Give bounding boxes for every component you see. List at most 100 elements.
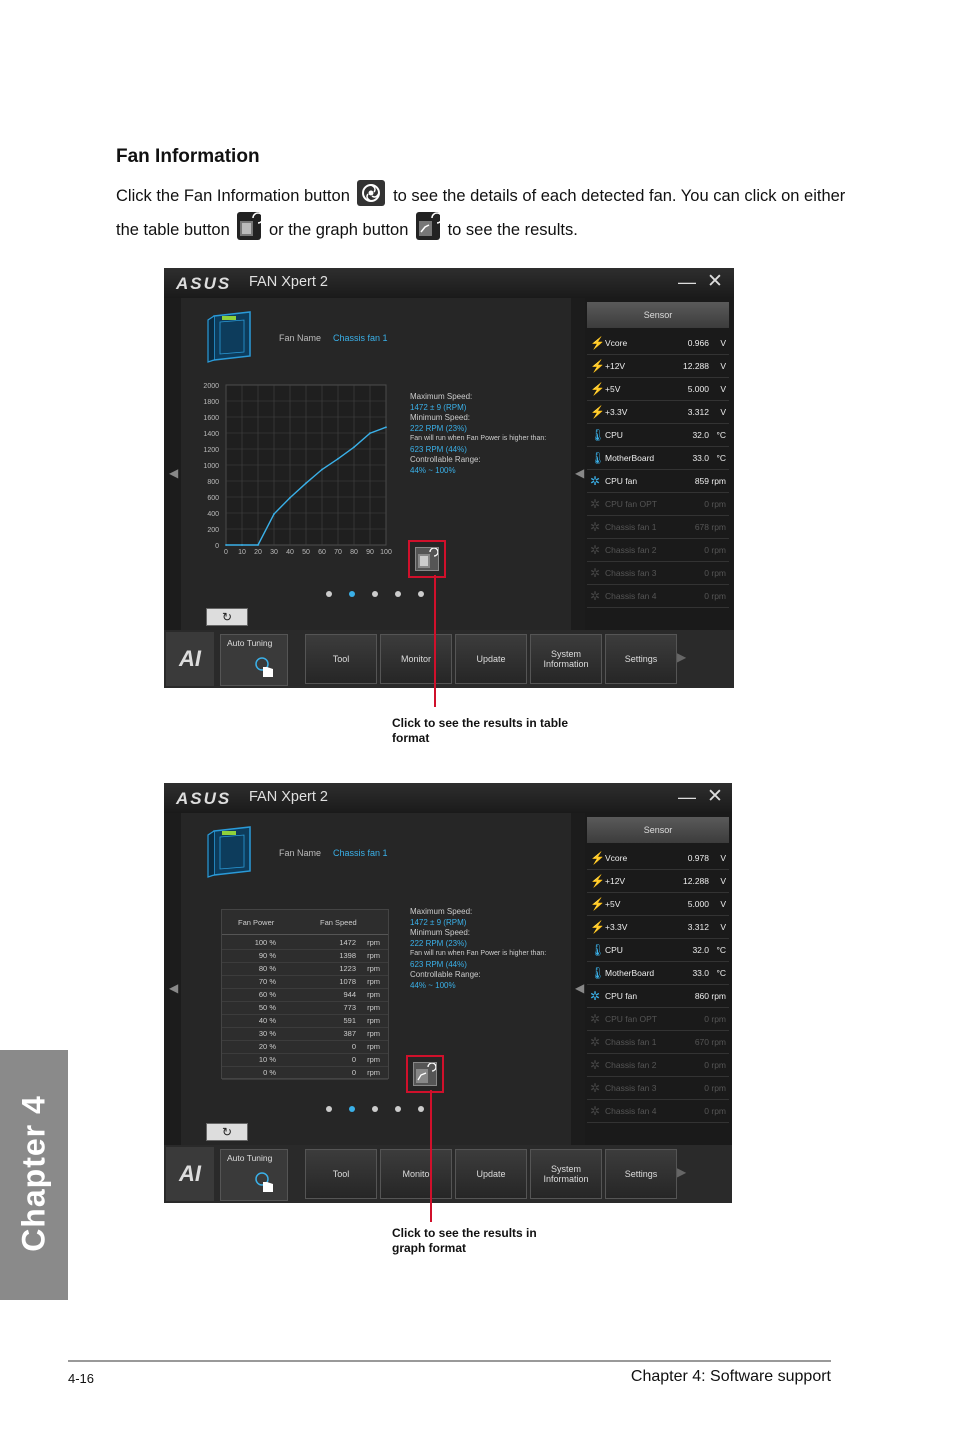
sensor-value: 32.0 [692,430,709,440]
page-dot[interactable] [372,591,378,597]
chart-x-tick-label: 40 [286,549,294,556]
auto-tuning-button[interactable]: Auto Tuning [220,1149,288,1201]
nav-next-icon[interactable]: ▶ [677,1165,686,1179]
nav-system-information[interactable]: System Information [530,634,602,684]
sensor-unit: V [720,407,726,417]
fan-speed-cell: 773 [343,1003,356,1012]
page-dot[interactable] [395,591,401,597]
sensor-name: Vcore [605,853,628,863]
nav-monitor[interactable]: Monito [380,1149,452,1199]
sensor-row[interactable]: ✲ Chassis fan 4 0 rpm [587,1100,729,1123]
nav-monitor[interactable]: Monitor [380,634,452,684]
minimize-button[interactable]: — [678,272,696,293]
chart-data-point [241,544,243,546]
back-button[interactable]: ↻ [206,1123,248,1141]
sensor-row[interactable]: ✲ Chassis fan 2 0 rpm [587,539,729,562]
sensor-row[interactable]: ✲ CPU fan 859 rpm [587,470,729,493]
sensor-name: Chassis fan 3 [605,1083,657,1093]
sensor-row[interactable]: ⚡ +12V 12.288 V [587,870,729,893]
sensor-row[interactable]: ⚡ +5V 5.000 V [587,378,729,401]
page-dot-active[interactable] [349,591,355,597]
next-arrow-icon[interactable]: ◀ [575,466,584,480]
nav-system-information[interactable]: System Information [530,1149,602,1199]
sensor-row[interactable]: ✲ CPU fan OPT 0 rpm [587,1008,729,1031]
sensor-value: 3.312 [687,407,709,417]
fan-info-panel: Fan Name Chassis fan 1 Fan Power Fan Spe… [181,813,571,1149]
ai-suite-logo[interactable]: AI [166,632,214,686]
nav-tool[interactable]: Tool [305,634,377,684]
close-button[interactable]: ✕ [707,270,723,293]
page-dot-active[interactable] [349,1106,355,1112]
sensor-row[interactable]: ✲ CPU fan OPT 0 rpm [587,493,729,516]
ai-suite-logo[interactable]: AI [166,1147,214,1201]
page-dot[interactable] [418,1106,424,1112]
sensor-unit: V [720,361,726,371]
fan-name-label: Fan Name [279,333,322,343]
chart-y-tick-label: 600 [207,495,219,502]
sensor-panel: Sensor ⚡ Vcore 0.978 V ⚡ +12V 12.288 V ⚡ +5V 5.000… [585,813,732,1149]
prev-arrow-icon[interactable]: ◀ [169,466,178,480]
fan-icon: ✲ [590,1012,601,1026]
sensor-row[interactable]: 🌡 MotherBoard 33.0 °C [587,447,729,470]
sensor-unit: V [720,922,726,932]
sensor-row[interactable]: 🌡 MotherBoard 33.0 °C [587,962,729,985]
page-dot[interactable] [418,591,424,597]
sensor-row[interactable]: ✲ Chassis fan 4 0 rpm [587,585,729,608]
sensor-row[interactable]: ✲ Chassis fan 3 0 rpm [587,1077,729,1100]
fan-power-cell: 40 % [258,1016,276,1025]
sensor-row[interactable]: 🌡 CPU 32.0 °C [587,424,729,447]
page-dot[interactable] [372,1106,378,1112]
page-dot[interactable] [326,591,332,597]
nav-tool[interactable]: Tool [305,1149,377,1199]
sensor-value: 0 [704,1106,709,1116]
table-row: 30 % 387 rpm [222,1027,388,1041]
page-dot[interactable] [395,1106,401,1112]
table-row: 10 % 0 rpm [222,1053,388,1067]
auto-tuning-button[interactable]: Auto Tuning [220,634,288,686]
nav-update[interactable]: Update [455,1149,527,1199]
page-dot[interactable] [326,1106,332,1112]
run-value: 623 RPM (44%) [410,959,467,969]
nav-settings[interactable]: Settings [605,1149,677,1199]
nav-next-icon[interactable]: ▶ [677,650,686,664]
sensor-unit: rpm [711,991,726,1001]
sensor-row[interactable]: ✲ Chassis fan 3 0 rpm [587,562,729,585]
sensor-row[interactable]: 🌡 CPU 32.0 °C [587,939,729,962]
sensor-row[interactable]: ⚡ Vcore 0.978 V [587,847,729,870]
nav-update[interactable]: Update [455,634,527,684]
back-button[interactable]: ↻ [206,608,248,626]
page-number: 4-16 [68,1371,95,1386]
fan-xpert-window-table: ASUS FAN Xpert 2 — ✕ ◀ Fan Name Chassis … [164,783,732,1203]
table-toggle-button[interactable] [415,547,439,571]
sensor-row[interactable]: ⚡ +3.3V 3.312 V [587,401,729,424]
sensor-name: +5V [605,899,621,909]
fan-power-cell: 90 % [258,951,276,960]
sensor-row[interactable]: ⚡ Vcore 0.966 V [587,332,729,355]
chart-y-tick-label: 2000 [203,383,219,390]
sensor-row[interactable]: ⚡ +5V 5.000 V [587,893,729,916]
sensor-row[interactable]: ✲ Chassis fan 1 678 rpm [587,516,729,539]
callout-line-graph [430,1090,432,1222]
fan-power-cell: 50 % [258,1003,276,1012]
sensor-row[interactable]: ✲ Chassis fan 1 670 rpm [587,1031,729,1054]
sensor-row[interactable]: ⚡ +12V 12.288 V [587,355,729,378]
chart-x-tick-label: 0 [224,549,228,556]
sensor-name: +3.3V [605,922,628,932]
graph-toggle-button[interactable] [413,1062,437,1086]
fan-speed-cell: 591 [343,1016,356,1025]
minimize-button[interactable]: — [678,787,696,808]
prev-arrow-icon[interactable]: ◀ [169,981,178,995]
sensor-row[interactable]: ✲ CPU fan 860 rpm [587,985,729,1008]
fan-power-cell: 100 % [254,938,276,947]
sensor-row[interactable]: ⚡ +3.3V 3.312 V [587,916,729,939]
auto-tuning-label: Auto Tuning [227,638,273,648]
sensor-row[interactable]: ✲ Chassis fan 2 0 rpm [587,1054,729,1077]
nav-settings[interactable]: Settings [605,634,677,684]
fan-speed-info: Maximum Speed: 1472 ± 9 (RPM) Minimum Sp… [410,392,546,476]
close-button[interactable]: ✕ [707,785,723,808]
chart-data-point [353,446,355,449]
sensor-name: CPU fan [605,991,638,1001]
fan-speed-unit: rpm [367,1042,380,1051]
sensor-name: +5V [605,384,621,394]
next-arrow-icon[interactable]: ◀ [575,981,584,995]
